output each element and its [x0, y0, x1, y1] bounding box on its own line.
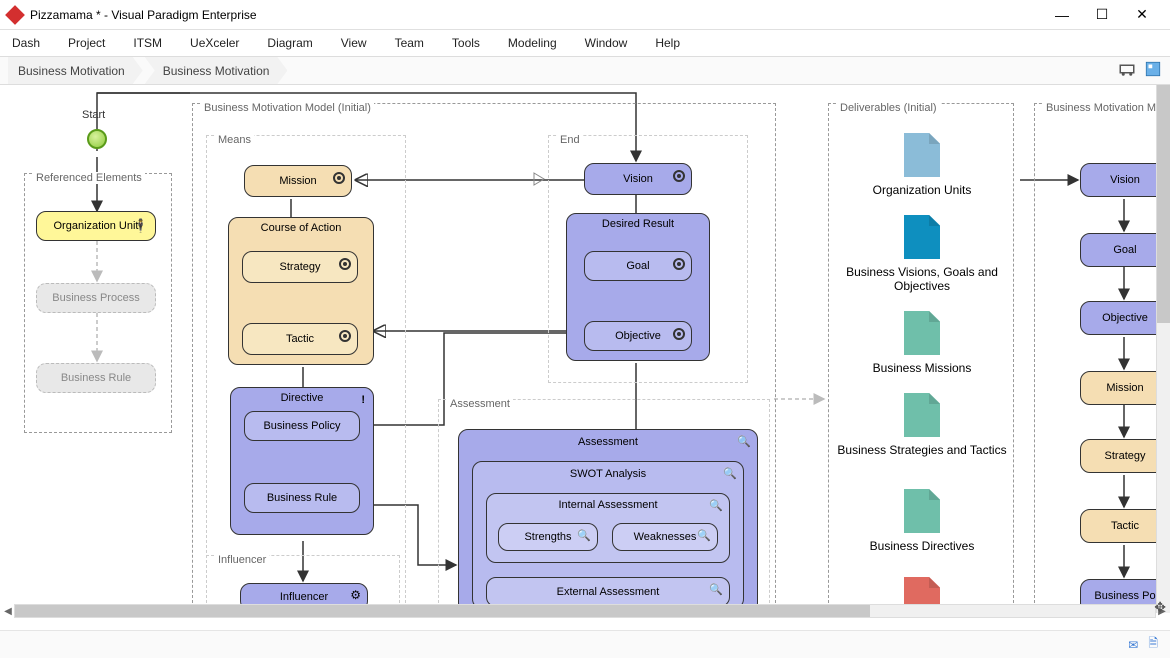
menu-window[interactable]: Window [585, 36, 628, 50]
group-label: Means [215, 134, 254, 146]
close-button[interactable]: ✕ [1122, 1, 1162, 29]
status-bar: ✉ 🗎 [0, 630, 1170, 658]
deliverable-strategies[interactable]: Business Strategies and Tactics [832, 393, 1012, 457]
deliverable-missions[interactable]: Business Missions [832, 311, 1012, 375]
magnify-icon: 🔍 [723, 467, 737, 480]
node-strengths[interactable]: Strengths 🔍 [498, 523, 598, 551]
node-mission[interactable]: Mission [244, 165, 352, 197]
breadcrumb-bar: Business Motivation Business Motivation [0, 56, 1170, 85]
menu-view[interactable]: View [341, 36, 367, 50]
menu-team[interactable]: Team [395, 36, 424, 50]
target-icon [339, 258, 351, 270]
menu-itsm[interactable]: ITSM [133, 36, 162, 50]
target-icon [673, 170, 685, 182]
node-strategy[interactable]: Strategy [242, 251, 358, 283]
node-business-policy[interactable]: Business Policy [244, 411, 360, 441]
magnify-icon: 🔍 [577, 529, 591, 542]
menu-help[interactable]: Help [655, 36, 680, 50]
title-bar: Pizzamama * - Visual Paradigm Enterprise… [0, 0, 1170, 30]
node-business-process[interactable]: Business Process [36, 283, 156, 313]
deliverable-visions[interactable]: Business Visions, Goals and Objectives [832, 215, 1012, 293]
node-tactic[interactable]: Tactic [242, 323, 358, 355]
target-icon [673, 328, 685, 340]
breadcrumb-1[interactable]: Business Motivation [8, 57, 143, 84]
app-logo [5, 5, 25, 25]
menu-project[interactable]: Project [68, 36, 105, 50]
vertical-scrollbar[interactable] [1156, 85, 1170, 613]
window-title: Pizzamama * - Visual Paradigm Enterprise [30, 8, 1042, 22]
toolbar-icon-2[interactable] [1144, 60, 1162, 81]
menu-uexceler[interactable]: UeXceler [190, 36, 239, 50]
group-label: Assessment [447, 398, 513, 410]
deliverable-directives[interactable]: Business Directives [832, 489, 1012, 553]
diagram-canvas[interactable]: Start Referenced Elements Organization U… [0, 85, 1170, 613]
pan-handle-icon[interactable]: ✥ [1154, 599, 1166, 616]
group-label: Business Motivation M [1043, 102, 1159, 114]
menu-dash[interactable]: Dash [12, 36, 40, 50]
mail-icon[interactable]: ✉ [1128, 638, 1138, 652]
node-external-assessment[interactable]: External Assessment 🔍 [486, 577, 730, 607]
group-label: Business Motivation Model (Initial) [201, 102, 374, 114]
note-icon[interactable]: 🗎 [1148, 634, 1158, 655]
start-label: Start [82, 109, 105, 121]
menu-modeling[interactable]: Modeling [508, 36, 557, 50]
target-icon [333, 172, 345, 184]
target-icon [673, 258, 685, 270]
node-goal[interactable]: Goal [584, 251, 692, 281]
magnify-icon: 🔍 [737, 435, 751, 448]
actor-icon: 🕴 [133, 218, 149, 234]
magnify-icon: 🔍 [697, 529, 711, 542]
group-label: Deliverables (Initial) [837, 102, 940, 114]
deliverable-org-units[interactable]: Organization Units [832, 133, 1012, 197]
maximize-button[interactable]: ☐ [1082, 1, 1122, 29]
magnify-icon: 🔍 [709, 583, 723, 596]
scroll-left-icon[interactable]: ◀ [1, 605, 15, 617]
node-business-rule-ref[interactable]: Business Rule [36, 363, 156, 393]
horizontal-scrollbar[interactable]: ◀ ▶ [14, 604, 1156, 618]
node-weaknesses[interactable]: Weaknesses 🔍 [612, 523, 718, 551]
menu-bar: Dash Project ITSM UeXceler Diagram View … [0, 30, 1170, 56]
menu-diagram[interactable]: Diagram [267, 36, 312, 50]
gear-icon: ⚙ [350, 588, 361, 602]
node-vision[interactable]: Vision [584, 163, 692, 195]
menu-tools[interactable]: Tools [452, 36, 480, 50]
start-node[interactable] [87, 129, 107, 149]
node-business-rule[interactable]: Business Rule [244, 483, 360, 513]
note-icon: ! [361, 394, 365, 406]
node-organization-unit[interactable]: Organization Unit 🕴 [36, 211, 156, 241]
node-objective[interactable]: Objective [584, 321, 692, 351]
group-label: Referenced Elements [33, 172, 145, 184]
group-label: Influencer [215, 554, 269, 566]
group-means[interactable]: Means [206, 135, 406, 613]
toolbar-icon-1[interactable] [1118, 60, 1136, 81]
breadcrumb-2[interactable]: Business Motivation [145, 57, 288, 84]
magnify-icon: 🔍 [709, 499, 723, 512]
group-label: End [557, 134, 583, 146]
minimize-button[interactable]: — [1042, 1, 1082, 29]
target-icon [339, 330, 351, 342]
